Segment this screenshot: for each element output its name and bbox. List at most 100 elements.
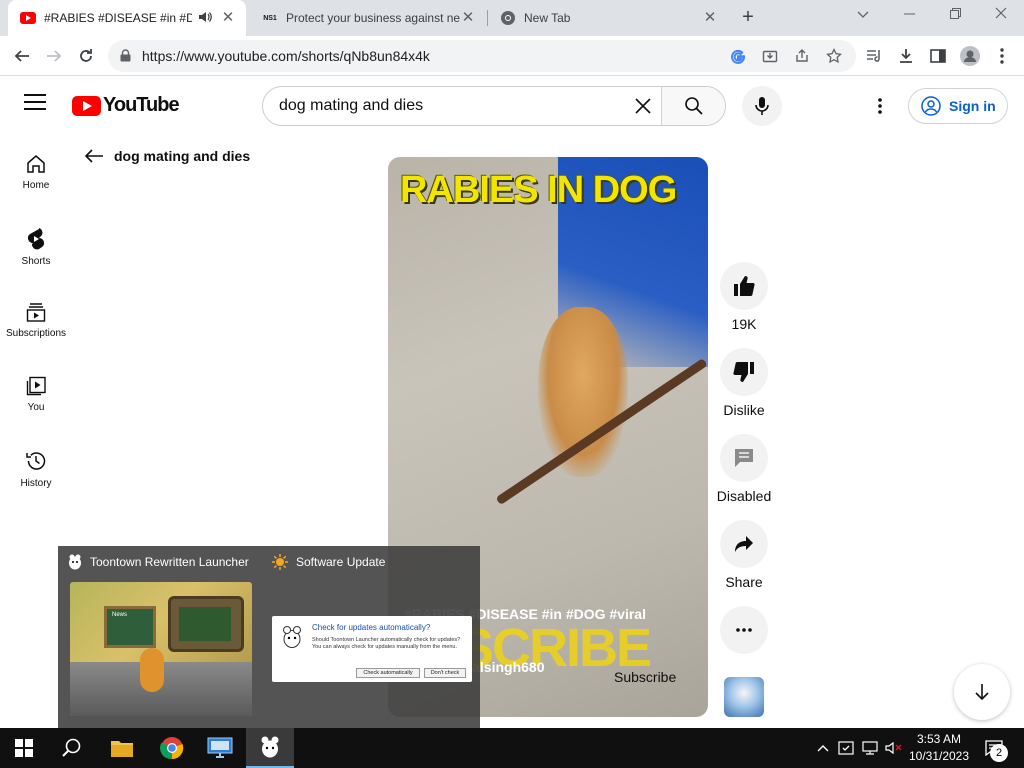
forward-arrow-icon[interactable] <box>40 42 68 70</box>
dislike-action: Dislike <box>720 348 768 418</box>
share-action: Share <box>720 520 768 590</box>
google-icon[interactable] <box>728 46 748 66</box>
install-app-icon[interactable] <box>760 46 780 66</box>
launcher-preview[interactable]: News <box>70 582 252 716</box>
tray-volume[interactable] <box>884 728 904 768</box>
guide-item-home[interactable]: Home <box>0 132 72 206</box>
search-input[interactable] <box>263 87 625 125</box>
guide-item-history[interactable]: History <box>0 428 72 502</box>
search-icon <box>62 738 81 757</box>
video-subject <box>538 307 628 477</box>
guide-label: History <box>20 478 52 489</box>
media-controls-icon[interactable] <box>860 42 888 70</box>
tab-ns1[interactable]: NS1 Protect your business against ne ✕ <box>250 0 486 36</box>
youtube-header: YouTube Sign in <box>0 76 1024 132</box>
speaker-icon[interactable] <box>198 11 214 26</box>
taskbar-remote-desktop[interactable] <box>196 728 244 768</box>
system-clock[interactable]: 3:53 AM 10/31/2023 <box>904 731 974 765</box>
dont-check-button[interactable]: Don't check <box>424 668 466 678</box>
guide-item-you[interactable]: You <box>0 354 72 428</box>
browser-menu-icon[interactable] <box>988 42 1016 70</box>
comments-action: Disabled <box>717 434 771 504</box>
back-arrow-icon <box>84 149 103 163</box>
guide-item-shorts[interactable]: Shorts <box>0 206 72 280</box>
taskbar-search-button[interactable] <box>48 728 96 768</box>
tab-close-icon[interactable]: ✕ <box>460 10 476 26</box>
settings-more-icon[interactable] <box>868 94 892 118</box>
restore-icon[interactable] <box>942 4 968 26</box>
taskbar-chrome[interactable] <box>148 728 196 768</box>
toontown-icon <box>282 626 302 653</box>
side-panel-icon[interactable] <box>924 42 952 70</box>
subscribe-button[interactable]: Subscribe <box>614 669 676 685</box>
lock-icon[interactable] <box>120 49 131 67</box>
ns1-favicon: NS1 <box>263 14 277 22</box>
start-button[interactable] <box>0 728 48 768</box>
tab-close-icon[interactable]: ✕ <box>702 10 718 26</box>
check-automatically-button[interactable]: Check automatically <box>356 668 420 678</box>
chrome-icon <box>160 737 184 760</box>
video-overlay-title: RABIES IN DOG <box>400 169 677 211</box>
clear-search-icon[interactable] <box>625 87 661 125</box>
tab-new-tab[interactable]: New Tab ✕ <box>488 0 728 36</box>
tab-search-icon[interactable] <box>850 4 876 26</box>
browser-tab-strip: #RABIES #DISEASE #in #DC ✕ NS1 Protect y… <box>0 0 1024 36</box>
tab-youtube-short[interactable]: #RABIES #DISEASE #in #DC ✕ <box>8 0 246 36</box>
monitor-icon <box>207 737 233 758</box>
comments-button[interactable] <box>720 434 768 482</box>
back-to-search-button[interactable]: dog mating and dies <box>84 148 250 164</box>
search-button[interactable] <box>661 87 725 125</box>
address-bar[interactable]: https://www.youtube.com/shorts/qNb8un84x… <box>108 40 856 72</box>
next-short-button[interactable] <box>954 664 1010 720</box>
share-page-icon[interactable] <box>792 46 812 66</box>
thumbnail-title-update[interactable]: Software Update <box>272 554 385 570</box>
mini-guide: Home Shorts Subscriptions You History <box>0 132 72 502</box>
shorts-icon <box>28 228 44 250</box>
new-tab-button[interactable]: + <box>736 6 760 30</box>
hamburger-menu-icon[interactable] <box>24 94 46 112</box>
home-icon <box>27 155 45 173</box>
sign-in-button[interactable]: Sign in <box>908 88 1008 124</box>
thumbnail-title-launcher[interactable]: Toontown Rewritten Launcher <box>68 554 249 570</box>
like-action: 19K <box>720 262 768 332</box>
subscriptions-icon <box>26 303 46 322</box>
profile-avatar-icon[interactable] <box>956 42 984 70</box>
tab-title: New Tab <box>524 11 571 25</box>
minimize-icon[interactable] <box>896 4 922 26</box>
tray-network[interactable] <box>860 728 880 768</box>
folder-icon <box>111 741 133 757</box>
toon-character <box>140 648 164 692</box>
thumbnail-title: Toontown Rewritten Launcher <box>90 555 249 569</box>
thumbs-down-icon <box>733 362 754 382</box>
arrow-down-icon <box>975 684 989 701</box>
downloads-icon[interactable] <box>892 42 920 70</box>
taskbar-file-explorer[interactable] <box>98 728 146 768</box>
channel-avatar[interactable] <box>724 677 764 717</box>
news-label: News <box>112 612 128 618</box>
youtube-logo[interactable]: YouTube <box>72 94 180 117</box>
more-horizontal-icon <box>736 628 752 632</box>
update-dialog-preview[interactable]: Check for updates automatically? Should … <box>272 616 472 682</box>
windows-taskbar: 3:53 AM 10/31/2023 2 <box>0 728 1024 768</box>
back-arrow-icon[interactable] <box>8 42 36 70</box>
search-icon <box>684 97 703 115</box>
taskbar-toontown-launcher[interactable] <box>246 728 294 768</box>
voice-search-button[interactable] <box>742 86 782 126</box>
guide-item-subscriptions[interactable]: Subscriptions <box>0 280 72 354</box>
share-button[interactable] <box>720 520 768 568</box>
show-hidden-icons[interactable] <box>814 728 832 768</box>
bookmark-star-icon[interactable] <box>824 46 844 66</box>
tab-close-icon[interactable]: ✕ <box>220 10 236 26</box>
like-button[interactable] <box>720 262 768 310</box>
dislike-button[interactable] <box>720 348 768 396</box>
guide-label: Home <box>22 180 50 191</box>
guide-label: Subscriptions <box>5 328 67 339</box>
reload-icon[interactable] <box>72 42 100 70</box>
tray-security[interactable] <box>836 728 856 768</box>
guide-label: You <box>27 402 45 413</box>
close-window-icon[interactable] <box>988 4 1014 26</box>
more-options-button[interactable] <box>720 606 768 654</box>
account-icon <box>921 96 941 116</box>
short-actions: 19K Dislike Disabled Share <box>717 262 771 670</box>
logo-text: YouTube <box>103 94 180 116</box>
